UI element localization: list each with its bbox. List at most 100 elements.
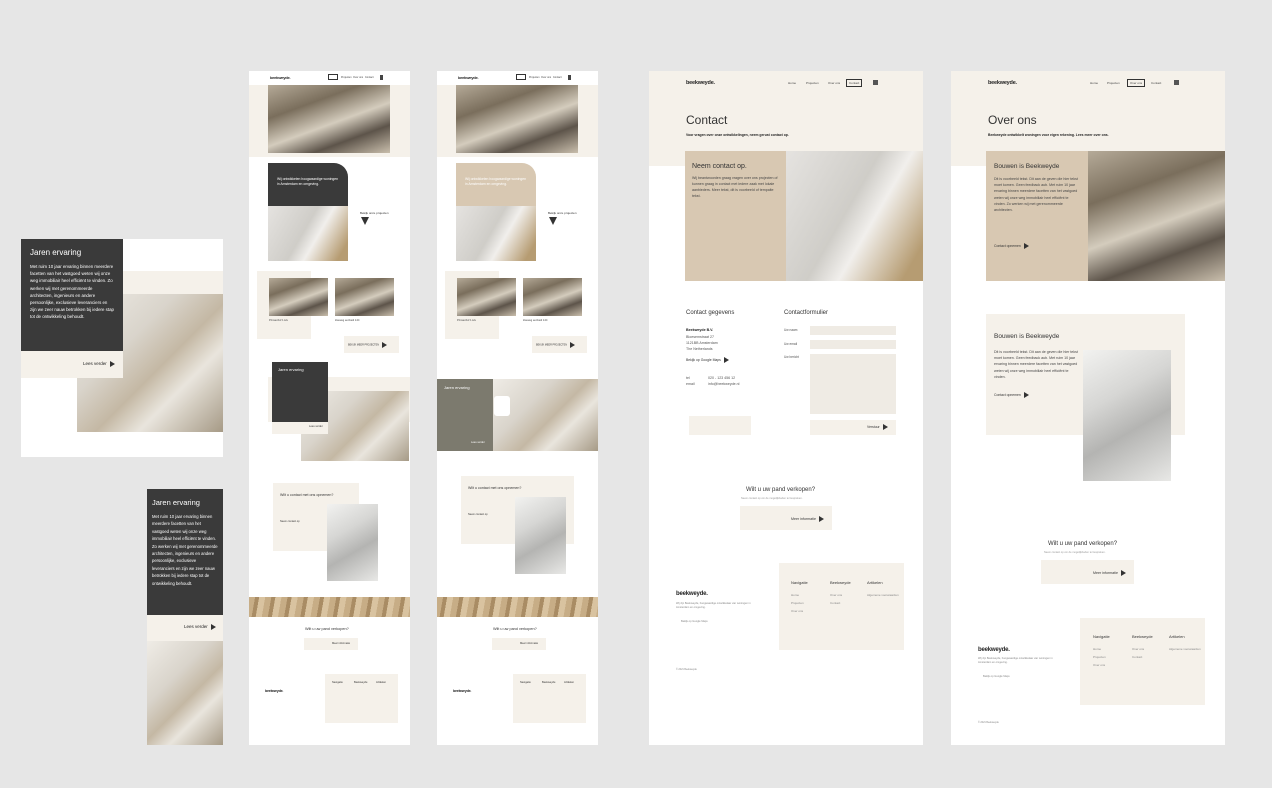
sell-button[interactable]: Meer informatie (492, 638, 546, 650)
arrow-right-icon (882, 424, 888, 430)
footer-col3-title: Artikelen (867, 580, 883, 585)
footer-map-link[interactable]: Bekijk op Google Maps (983, 675, 1010, 678)
nav-item-projecten[interactable]: Projecten (529, 76, 540, 79)
more-projects-label: BEKIJK MEER PROJECTEN (348, 343, 379, 347)
about-box: Bouwen is Beekweyde Dit is voorbeeld tek… (986, 151, 1088, 281)
footer-col1-item-2[interactable]: Projecten (791, 601, 804, 605)
message-label: Uw bericht (784, 355, 800, 359)
email-field-label: Uw email (784, 342, 798, 346)
footer-col1-item-3[interactable]: Over ons (1093, 663, 1105, 667)
footer-nav-box (779, 563, 904, 650)
footer-map-link[interactable]: Bekijk op Google Maps (681, 620, 708, 623)
footer-col2-item-1[interactable]: Over ons (1132, 647, 1144, 651)
wood-banner (249, 597, 410, 617)
route-link[interactable]: Bekijk op Google Maps (686, 357, 729, 363)
header-logo[interactable]: beekweyde. (988, 80, 1017, 86)
nav-item-projecten[interactable]: Projecten (1107, 81, 1120, 85)
tel-value[interactable]: 020 - 123 456 12 (708, 376, 735, 380)
sell-button[interactable]: Meer informatie (304, 638, 358, 650)
arrow-right-icon (381, 342, 387, 348)
triangle-icon (361, 217, 369, 225)
mobile-read-more-link[interactable]: Lees verder (184, 624, 216, 630)
sell-title: Wilt u uw pand verkopen? (1048, 541, 1118, 547)
footer-col1-item-2[interactable]: Projecten (1093, 655, 1106, 659)
nav-item-home[interactable]: Home (788, 81, 796, 85)
ervaring-read-more[interactable]: Lees verder (471, 441, 485, 444)
footer-col1-item-1[interactable]: Home (791, 593, 799, 597)
nav-home-button[interactable] (516, 74, 526, 80)
hamburger-menu-icon[interactable] (568, 75, 571, 80)
nav-item-projecten[interactable]: Projecten (341, 76, 352, 79)
project2-photo[interactable] (335, 278, 394, 316)
project1-photo[interactable] (457, 278, 516, 316)
projects-link[interactable]: Bekijk onze projecten (548, 211, 577, 215)
footer-logo[interactable]: beekweyde. (676, 591, 708, 597)
nav-item-over-ons[interactable]: Over ons (1127, 79, 1146, 87)
footer-logo[interactable]: beekweyde. (265, 689, 283, 693)
project2-label[interactable]: Zeeweg eenheid 14C (523, 319, 548, 322)
hamburger-menu-icon[interactable] (1174, 80, 1179, 85)
email-value[interactable]: info@beekweyde.nl (708, 382, 739, 386)
ervaring-card-title: Jaren ervaring (444, 385, 470, 390)
footer-logo[interactable]: beekweyde. (978, 647, 1010, 653)
hero-door-photo (456, 206, 536, 261)
sell-subtitle: Neem contact op om de mogelijkheden te b… (741, 497, 803, 500)
nav-item-over-ons[interactable]: Over ons (541, 76, 551, 79)
nav-home-button[interactable] (328, 74, 338, 80)
sell-button[interactable]: Meer informatie (740, 506, 832, 530)
footer-col2-item-2[interactable]: Contact (1132, 655, 1142, 659)
email-input[interactable] (810, 340, 896, 349)
name-input[interactable] (810, 326, 896, 335)
header-logo[interactable]: beekweyde. (458, 75, 479, 80)
about-box-2-link[interactable]: Contact opnemen (994, 392, 1029, 398)
footer-col3-item-1[interactable]: Algemene voorwaarden (867, 593, 899, 597)
project1-label[interactable]: Prinsenhof 1 k/a (457, 319, 476, 322)
ervaring-readmore-bar (272, 422, 328, 434)
arrow-right-icon (109, 361, 115, 367)
more-projects-button[interactable]: BEKIJK MEER PROJECTEN (344, 336, 399, 353)
sell-title: Wilt u uw pand verkopen? (493, 627, 537, 631)
footer-col2-item-2[interactable]: Contact (830, 601, 840, 605)
contact-cta-link[interactable]: Neem contact op (280, 520, 300, 523)
project1-photo[interactable] (269, 278, 328, 316)
nav-item-contact[interactable]: Contact (365, 76, 374, 79)
project1-label[interactable]: Prinsenhof 1 k/a (269, 319, 288, 322)
hamburger-menu-icon[interactable] (873, 80, 878, 85)
nav-item-over-ons[interactable]: Over ons (353, 76, 363, 79)
header-logo[interactable]: beekweyde. (686, 80, 715, 86)
footer-col3-item-1[interactable]: Algemene voorwaarden (1169, 647, 1201, 651)
artboard-home-2: beekweyde. Projecten Over ons Contact Wi… (437, 71, 598, 745)
nav-item-home[interactable]: Home (1090, 81, 1098, 85)
nav-item-contact[interactable]: Contact (553, 76, 562, 79)
hamburger-menu-icon[interactable] (380, 75, 383, 80)
header-logo[interactable]: beekweyde. (270, 75, 291, 80)
arrow-right-icon (723, 357, 729, 363)
company-name: Beekweyde B.V. (686, 328, 714, 332)
nav-item-contact[interactable]: Contact (846, 79, 863, 87)
project2-label[interactable]: Zeeweg eenheid 14C (335, 319, 360, 322)
gegevens-title: Contact gegevens (686, 310, 735, 316)
more-projects-button[interactable]: BEKIJK MEER PROJECTEN (532, 336, 587, 353)
sell-button-label: Meer informatie (791, 516, 816, 521)
footer-col3-title: Artikelen (1169, 634, 1185, 639)
footer-nav-box (1080, 618, 1205, 705)
submit-button[interactable]: Verstuur (810, 420, 896, 435)
about-box-link[interactable]: Contact opnemen (994, 243, 1029, 249)
read-more-link[interactable]: Lees verder (83, 361, 115, 367)
contact-cta-link[interactable]: Neem contact op (468, 513, 488, 516)
footer-copyright: © 2021 Beekweyde (676, 668, 697, 671)
footer-logo[interactable]: beekweyde. (453, 689, 471, 693)
projects-link[interactable]: Bekijk onze projecten (360, 211, 389, 215)
ervaring-read-more[interactable]: Lees verder (309, 425, 323, 428)
nav-item-projecten[interactable]: Projecten (806, 81, 819, 85)
project2-photo[interactable] (523, 278, 582, 316)
nav-item-over-ons[interactable]: Over ons (828, 81, 840, 85)
footer-col1-item-3[interactable]: Over ons (791, 609, 803, 613)
message-textarea[interactable] (810, 354, 896, 414)
nav-item-contact[interactable]: Contact (1151, 81, 1161, 85)
footer-col1-item-1[interactable]: Home (1093, 647, 1101, 651)
sell-title: Wilt u uw pand verkopen? (746, 487, 816, 493)
sell-button[interactable]: Meer informatie (1041, 560, 1134, 584)
footer-col2-item-1[interactable]: Over ons (830, 593, 842, 597)
arrow-right-icon (210, 624, 216, 630)
